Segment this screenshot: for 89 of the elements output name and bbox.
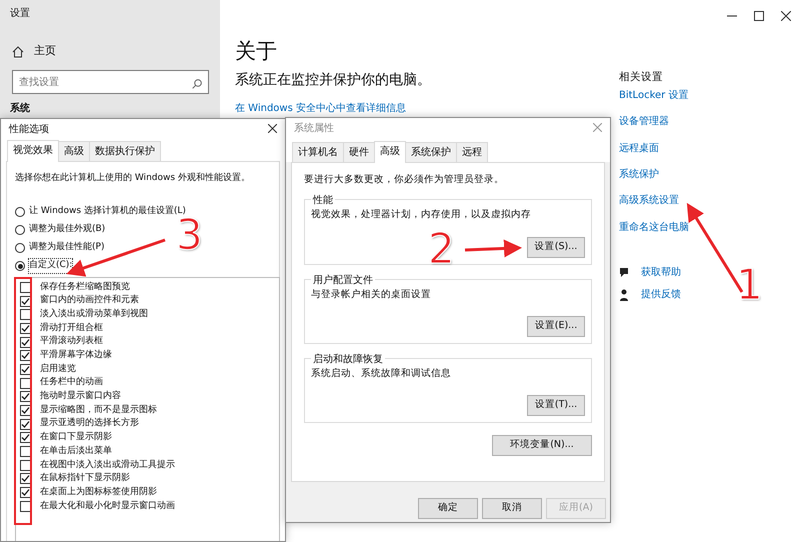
annotation-arrow [464, 239, 522, 258]
dialog-tab[interactable]: 计算机名 [292, 142, 344, 162]
checkbox[interactable] [20, 432, 31, 444]
support-link[interactable]: 获取帮助 [641, 265, 681, 280]
notice-text: 要进行大多数更改，你必须作为管理员登录。 [303, 173, 505, 187]
person-icon [619, 288, 631, 301]
checkbox[interactable] [20, 500, 31, 512]
checkbox-label[interactable]: 滑动打开组合框 [40, 322, 103, 336]
checkbox[interactable] [20, 487, 31, 498]
checkbox-label[interactable]: 平滑屏幕字体边缘 [40, 349, 112, 363]
radio-button[interactable] [15, 261, 25, 271]
section-heading: 相关设置 [619, 70, 663, 85]
checkbox[interactable] [20, 309, 31, 320]
dialog-title: 性能选项 [9, 122, 49, 136]
settings-link[interactable]: 系统保护 [619, 167, 659, 182]
instruction-text: 选择你想在此计算机上使用的 Windows 外观和性能设置。 [15, 172, 251, 185]
settings-button[interactable]: 设置(E)... [527, 316, 585, 337]
checkbox-label[interactable]: 启用速览 [40, 362, 76, 376]
checkbox-label[interactable]: 在视图中淡入淡出或滑动工具提示 [40, 458, 175, 472]
checkbox-label[interactable]: 保存任务栏缩略图预览 [40, 280, 130, 294]
settings-link[interactable]: 设备管理器 [619, 114, 669, 129]
dialog-tab[interactable]: 远程 [456, 142, 488, 162]
dialog-title: 系统属性 [294, 122, 334, 136]
home-link[interactable]: 主页 [34, 43, 56, 60]
dialog-button[interactable]: 取消 [482, 498, 542, 519]
checkbox[interactable] [20, 405, 31, 416]
settings-button[interactable]: 设置(S)... [527, 236, 585, 258]
group-title: 用户配置文件 [311, 272, 375, 288]
section-heading: 系统 [10, 103, 30, 115]
dialog-tab[interactable]: 视觉效果 [7, 140, 59, 162]
search-icon[interactable] [192, 78, 202, 89]
page-heading: 关于 [235, 38, 277, 65]
checkbox-label[interactable]: 显示亚透明的选择长方形 [40, 417, 139, 431]
checkbox-label[interactable]: 在窗口下显示阴影 [40, 431, 112, 445]
checkbox[interactable] [20, 336, 31, 348]
settings-button[interactable]: 设置(T)... [527, 395, 585, 416]
checkbox[interactable] [20, 473, 31, 484]
close-icon[interactable] [268, 124, 277, 134]
checkbox[interactable] [20, 418, 31, 430]
checkbox[interactable] [20, 322, 31, 334]
checkbox-label[interactable]: 任务栏中的动画 [40, 376, 103, 390]
dialog-tab[interactable]: 数据执行保护 [89, 141, 161, 161]
group-description: 系统启动、系统故障和调试信息 [311, 366, 452, 381]
radio-button[interactable] [15, 207, 25, 217]
checkbox-label[interactable]: 拖动时显示窗口内容 [40, 390, 121, 404]
dialog-button: 应用(A) [546, 498, 606, 519]
dialog-tab[interactable]: 高级 [374, 141, 406, 163]
close-icon[interactable] [781, 10, 791, 21]
maximize-icon[interactable] [754, 10, 764, 21]
settings-link[interactable]: 远程桌面 [619, 141, 659, 156]
status-text: 系统正在监控并保护你的电脑。 [235, 71, 431, 90]
environment-variables-button[interactable]: 环境变量(N)... [492, 435, 592, 456]
window-title: 设置 [10, 6, 30, 21]
checkbox[interactable] [20, 391, 31, 402]
checkbox[interactable] [20, 378, 31, 389]
checkbox-label[interactable]: 在最大化和最小化时显示窗口动画 [40, 500, 175, 514]
group-description: 与登录帐户相关的桌面设置 [311, 288, 432, 302]
search-field[interactable]: 查找设置 [12, 70, 209, 94]
security-link[interactable]: 在 Windows 安全中心中查看详细信息 [235, 101, 406, 116]
checkbox[interactable] [20, 350, 31, 362]
checkbox[interactable] [20, 446, 31, 458]
checkbox-label[interactable]: 窗口内的动画控件和元素 [40, 294, 139, 308]
settings-link[interactable]: 高级系统设置 [619, 193, 679, 208]
chat-icon [619, 266, 631, 279]
checkbox[interactable] [20, 460, 31, 471]
checkbox-label[interactable]: 平滑滚动列表框 [40, 335, 103, 349]
radio-label[interactable]: 调整为最佳性能(P) [29, 241, 104, 255]
group-description: 视觉效果，处理器计划，内存使用，以及虚拟内存 [311, 208, 532, 222]
radio-label[interactable]: 调整为最佳外观(B) [29, 223, 106, 237]
radio-label[interactable]: 自定义(C): [29, 259, 72, 273]
checkbox-label[interactable]: 淡入淡出或滑动菜单到视图 [40, 308, 148, 322]
home-icon [12, 46, 24, 58]
checkbox[interactable] [20, 364, 31, 375]
dialog-tab[interactable]: 硬件 [343, 142, 375, 162]
dialog-button[interactable]: 确定 [418, 498, 478, 519]
dialog-tab[interactable]: 系统保护 [405, 142, 457, 162]
checkbox-label[interactable]: 在单击后淡出菜单 [40, 444, 112, 458]
checkbox-label[interactable]: 在鼠标指针下显示阴影 [40, 472, 130, 486]
checkbox[interactable] [20, 282, 31, 293]
checkbox-label[interactable]: 显示缩略图，而不是显示图标 [40, 404, 157, 418]
dialog-tab[interactable]: 高级 [58, 141, 90, 161]
checkbox[interactable] [20, 296, 31, 307]
support-link[interactable]: 提供反馈 [641, 287, 681, 302]
radio-button[interactable] [15, 225, 25, 235]
checkbox-label[interactable]: 在桌面上为图标标签使用阴影 [40, 486, 157, 500]
radio-button[interactable] [15, 243, 25, 253]
settings-link[interactable]: 重命名这台电脑 [619, 220, 689, 235]
settings-link[interactable]: BitLocker 设置 [619, 88, 688, 103]
radio-label[interactable]: 让 Windows 选择计算机的最佳设置(L) [29, 205, 186, 219]
